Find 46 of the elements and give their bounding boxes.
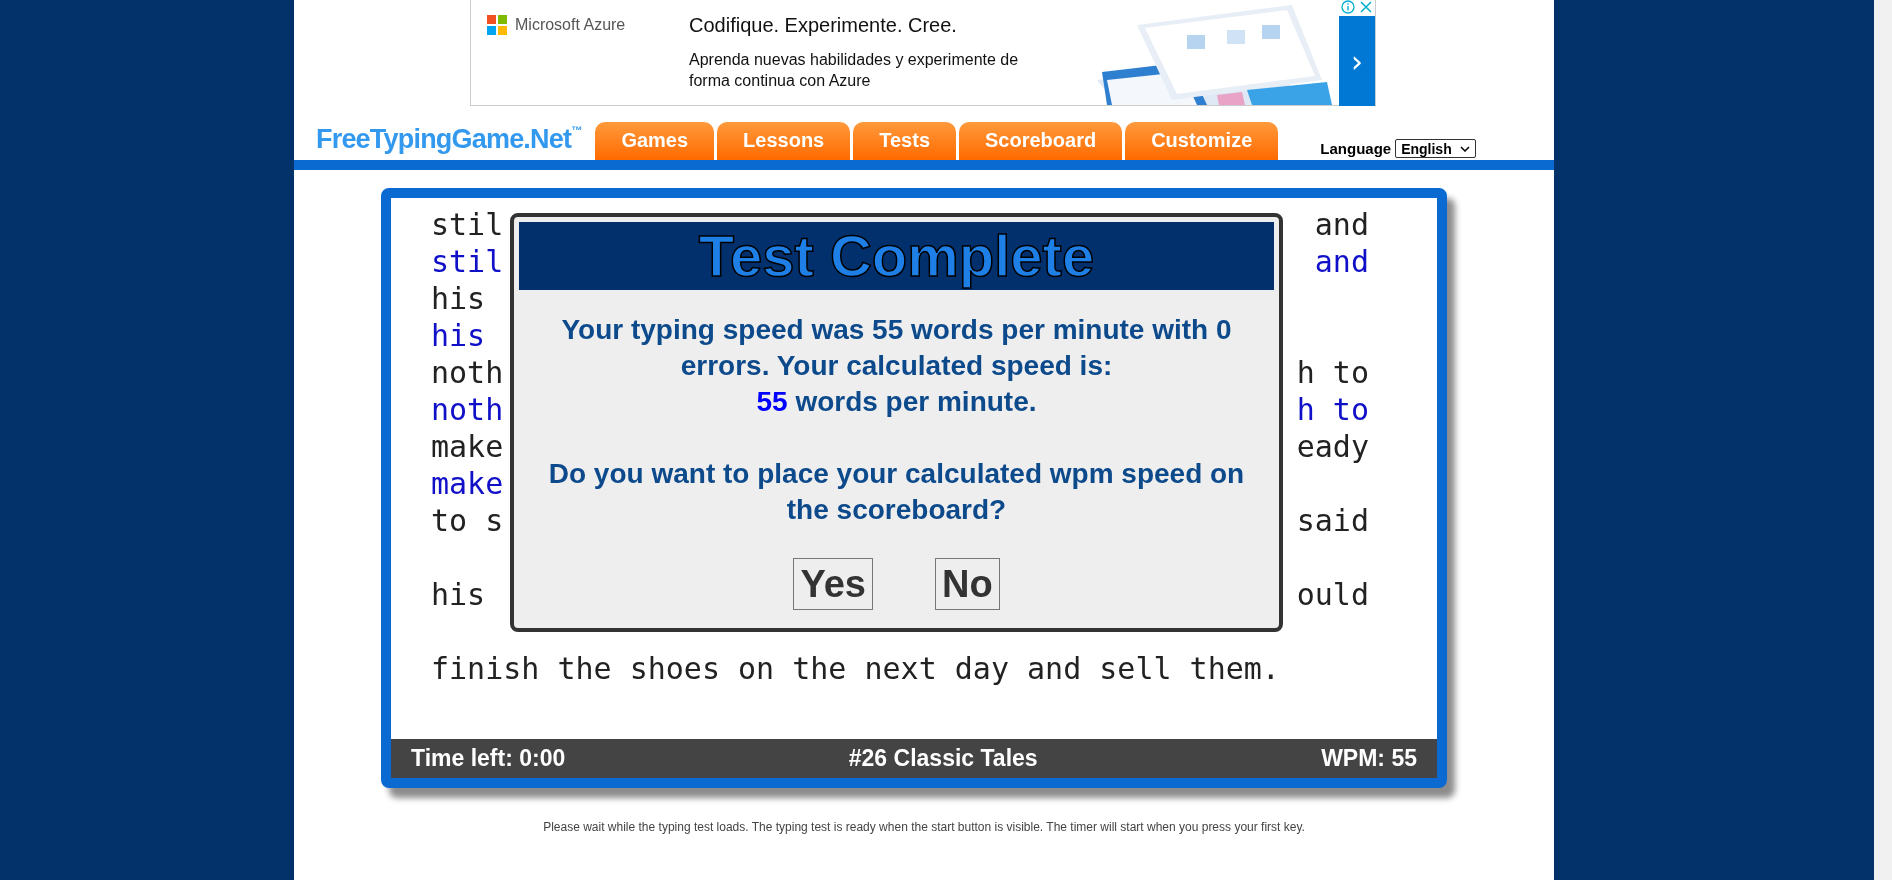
info-icon[interactable] [1341, 0, 1355, 14]
text-fragment: finish the shoes on the next day and sell them. [431, 650, 1280, 687]
text-fragment: and [1314, 206, 1369, 243]
windows-logo-icon [487, 15, 507, 35]
language-label: Language [1320, 140, 1392, 157]
dialog-button[interactable]: No [934, 558, 1000, 610]
dialog-title: Test Complete [519, 222, 1274, 290]
dialog-button[interactable]: Yes [793, 558, 873, 610]
ad-text: Aprenda nuevas habilidades y experimente de forma continua con Azure [689, 50, 1019, 91]
nav-tab[interactable]: Games [595, 122, 715, 160]
text-fragment: stil [431, 243, 504, 280]
text-fragment: his [431, 576, 486, 613]
text-fragment: to s [431, 502, 504, 539]
ad-banner[interactable]: Microsoft Azure Codifique. Experimente. Cree. Aprenda nuevas habilidades y experimente de forma continua con Azure › [470, 0, 1376, 106]
result-message: Your typing speed was 55 words per minute with 0 errors. Your calculated speed is: [560, 313, 1233, 383]
nav-tab[interactable]: Lessons [717, 122, 851, 160]
text-fragment: stil [431, 206, 504, 243]
chevron-down-icon [1459, 145, 1470, 152]
test-title: #26 Classic Tales [848, 745, 1038, 772]
text-fragment: eady [1296, 428, 1369, 465]
text-fragment: noth [431, 391, 504, 428]
next-button[interactable]: › [1339, 16, 1375, 106]
text-fragment: his [431, 280, 486, 317]
text-fragment: his [431, 317, 486, 354]
time-left: Time left: 0:00 [411, 745, 566, 772]
text-fragment: h to [1296, 354, 1369, 391]
text-fragment: said [1296, 502, 1369, 539]
nav-tab[interactable]: Customize [1125, 122, 1279, 160]
scrollbar[interactable] [1874, 0, 1892, 880]
ad-brand: Microsoft Azure [515, 16, 626, 34]
wpm-reading: WPM: 55 [1321, 745, 1417, 772]
text-fragment: ould [1296, 576, 1369, 613]
nav-tab[interactable]: Scoreboard [959, 122, 1123, 160]
language-dropdown[interactable]: English [1395, 139, 1476, 158]
calculated-speed: 55 words per minute. [756, 385, 1037, 419]
nav-tab[interactable]: Tests [853, 122, 956, 160]
ad-headline: Codifique. Experimente. Cree. [689, 14, 958, 37]
text-fragment: make [431, 465, 504, 502]
text-fragment: make [431, 428, 504, 465]
loading-note: Please wait while the typing test loads. The typing test is ready when the start button is visible. The timer will start when you press your first key. [543, 820, 1305, 834]
text-fragment: and [1314, 243, 1369, 280]
text-fragment: noth [431, 354, 504, 391]
site-logo[interactable]: FreeTypingGame.Net$^{™}$ [316, 122, 582, 156]
scoreboard-question: Do you want to place your calculated wpm speed on the scoreboard? [547, 457, 1246, 527]
close-icon[interactable] [1359, 0, 1373, 14]
text-fragment: h to [1296, 391, 1369, 428]
